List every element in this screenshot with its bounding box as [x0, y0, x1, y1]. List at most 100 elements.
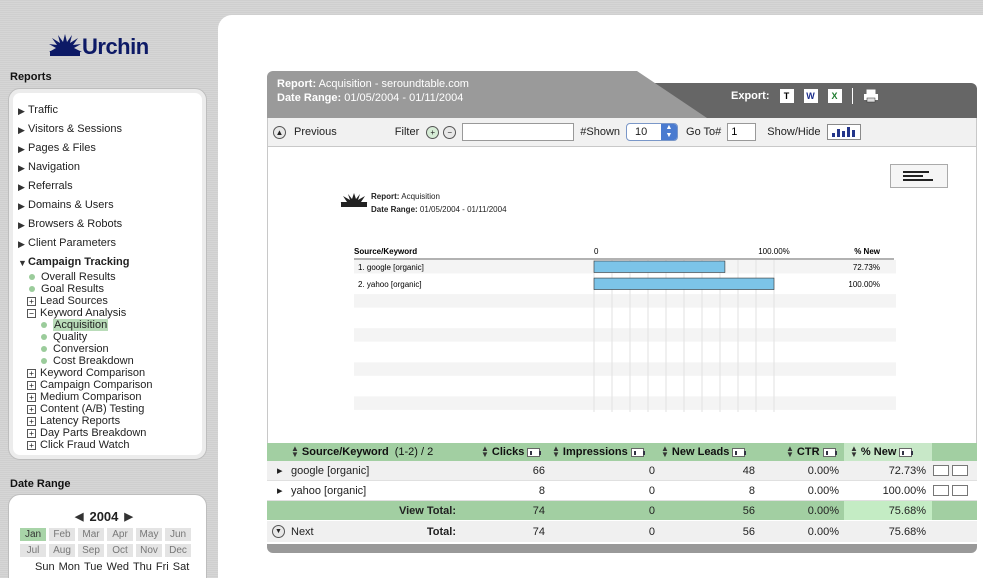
col-clicks[interactable]: ▲ ▼ Clicks [481, 443, 542, 461]
col-source-keyword[interactable]: ▲ ▼ Source/Keyword (1-2) / 2 [291, 443, 433, 461]
expand-row-icon[interactable]: ▸ [277, 461, 283, 480]
export-word-button[interactable]: W [803, 89, 818, 103]
sub-keyword-analysis[interactable]: − Keyword Analysis [27, 307, 153, 319]
prev-year-icon[interactable]: ◀ [75, 510, 83, 523]
chart-report-line: Report: Acquisition [371, 192, 440, 201]
month-dec[interactable]: Dec [165, 544, 191, 557]
month-jun[interactable]: Jun [165, 528, 191, 541]
weekday: Thu [132, 561, 152, 573]
year-value: 2004 [89, 509, 119, 524]
month-apr[interactable]: Apr [107, 528, 133, 541]
goto-input[interactable] [727, 123, 757, 141]
nav-visitors-sessions[interactable]: ▶ Visitors & Sessions [18, 123, 129, 142]
sub-click-fraud[interactable]: + Click Fraud Watch [27, 439, 153, 451]
nav-label: Browsers & Robots [28, 218, 123, 230]
showhide-graph-icon[interactable] [826, 124, 861, 140]
cell-clicks: 74 [532, 504, 545, 517]
expand-plus-icon[interactable]: + [27, 296, 36, 306]
shown-select[interactable]: 10 ▲ ▼ [626, 123, 679, 141]
column-graph-icon[interactable] [527, 447, 542, 457]
col-impressions[interactable]: ▲ ▼ Impressions [552, 443, 645, 461]
export-text-button[interactable]: T [779, 89, 794, 103]
previous-link[interactable]: Previous [294, 126, 337, 138]
nav-browsers-robots[interactable]: ▶ Browsers & Robots [18, 218, 129, 237]
zoom-icon[interactable] [952, 465, 968, 476]
next-arrow-icon[interactable]: ▼ [272, 521, 285, 542]
month-nov[interactable]: Nov [136, 544, 162, 557]
col-ctr[interactable]: ▲ ▼ CTR [786, 443, 837, 461]
zoom-icon[interactable] [952, 485, 968, 496]
trend-graph-icon[interactable] [933, 465, 949, 476]
row-count: (1-2) / 2 [394, 446, 434, 458]
month-aug[interactable]: Aug [49, 544, 75, 557]
expand-row-icon[interactable]: ▸ [277, 481, 283, 500]
expand-plus-icon[interactable]: + [27, 368, 36, 378]
chart-range-label: Date Range: [371, 205, 418, 214]
nav-client-parameters[interactable]: ▶ Client Parameters [18, 237, 129, 256]
sub-lead-sources[interactable]: + Lead Sources [27, 295, 153, 307]
next-year-icon[interactable]: ▶ [124, 510, 132, 523]
month-mar[interactable]: Mar [78, 528, 104, 541]
sort-icon: ▲ ▼ [786, 444, 794, 459]
cell-keyword[interactable]: yahoo [organic] [291, 481, 366, 500]
month-may[interactable]: May [136, 528, 162, 541]
expand-plus-icon[interactable]: + [27, 392, 36, 402]
cell-clicks: 66 [532, 464, 545, 477]
sub-overall-results[interactable]: Overall Results [27, 271, 153, 283]
month-jan[interactable]: Jan [20, 528, 46, 541]
range-value: 01/05/2004 - 01/11/2004 [344, 92, 464, 104]
select-stepper-icon: ▲ ▼ [661, 124, 678, 140]
month-feb[interactable]: Feb [49, 528, 75, 541]
expand-plus-icon[interactable]: + [27, 404, 36, 414]
months-row-2: Jul Aug Sep Oct Nov Dec [20, 544, 191, 557]
column-graph-icon[interactable] [822, 447, 837, 457]
bullet-icon [41, 322, 47, 328]
axis-max-label: 100.00% [758, 247, 790, 256]
sub-medium-comparison[interactable]: + Medium Comparison [27, 391, 153, 403]
column-graph-icon[interactable] [630, 447, 645, 457]
print-icon[interactable] [863, 89, 879, 103]
expand-plus-icon[interactable]: + [27, 440, 36, 450]
export-excel-button[interactable]: X [827, 89, 842, 103]
col-new-leads[interactable]: ▲ ▼ New Leads [661, 443, 747, 461]
trend-graph-icon[interactable] [933, 485, 949, 496]
column-graph-icon[interactable] [732, 447, 747, 457]
month-jul[interactable]: Jul [20, 544, 46, 557]
report-toolbar: ▲ Previous Filter + − #Shown 10 ▲ ▼ Go To… [267, 118, 977, 147]
sub-keyword-comparison[interactable]: + Keyword Comparison [27, 367, 153, 379]
filter-input[interactable] [462, 123, 575, 141]
column-graph-icon[interactable] [899, 447, 914, 457]
nav-domains-users[interactable]: ▶ Domains & Users [18, 199, 129, 218]
nav-traffic[interactable]: ▶ Traffic [18, 104, 129, 123]
campaign-subnav: Overall Results Goal Results + Lead Sourc… [27, 271, 153, 451]
sub-cost-breakdown[interactable]: Cost Breakdown [27, 355, 153, 367]
sub-content-testing[interactable]: + Content (A/B) Testing [27, 403, 153, 415]
expand-plus-icon[interactable]: + [27, 416, 36, 426]
filter-exclude-icon[interactable]: − [443, 125, 457, 139]
col-pct-new[interactable]: ▲ ▼ % New [844, 443, 932, 461]
sub-acquisition[interactable]: Acquisition [27, 319, 153, 331]
previous-arrow-icon[interactable]: ▲ [273, 125, 286, 139]
divider [851, 88, 853, 104]
cell-keyword[interactable]: google [organic] [291, 461, 369, 480]
collapse-minus-icon[interactable]: − [27, 308, 36, 318]
expand-plus-icon[interactable]: + [27, 428, 36, 438]
sub-latency-reports[interactable]: + Latency Reports [27, 415, 153, 427]
expand-plus-icon[interactable]: + [27, 380, 36, 390]
sub-label: Click Fraud Watch [40, 439, 130, 451]
sub-campaign-comparison[interactable]: + Campaign Comparison [27, 379, 153, 391]
sub-quality[interactable]: Quality [27, 331, 153, 343]
month-sep[interactable]: Sep [78, 544, 104, 557]
nav-pages-files[interactable]: ▶ Pages & Files [18, 142, 129, 161]
nav-referrals[interactable]: ▶ Referrals [18, 180, 129, 199]
chart-column-header: Source/Keyword [354, 247, 417, 256]
sub-conversion[interactable]: Conversion [27, 343, 153, 355]
sub-day-parts[interactable]: + Day Parts Breakdown [27, 427, 153, 439]
nav-navigation[interactable]: ▶ Navigation [18, 161, 129, 180]
chart-type-toggle-icon[interactable] [890, 164, 948, 188]
month-oct[interactable]: Oct [107, 544, 133, 557]
sub-goal-results[interactable]: Goal Results [27, 283, 153, 295]
urchin-logo-icon [49, 34, 82, 56]
sort-icon: ▲ ▼ [291, 444, 299, 459]
filter-include-icon[interactable]: + [426, 125, 440, 139]
